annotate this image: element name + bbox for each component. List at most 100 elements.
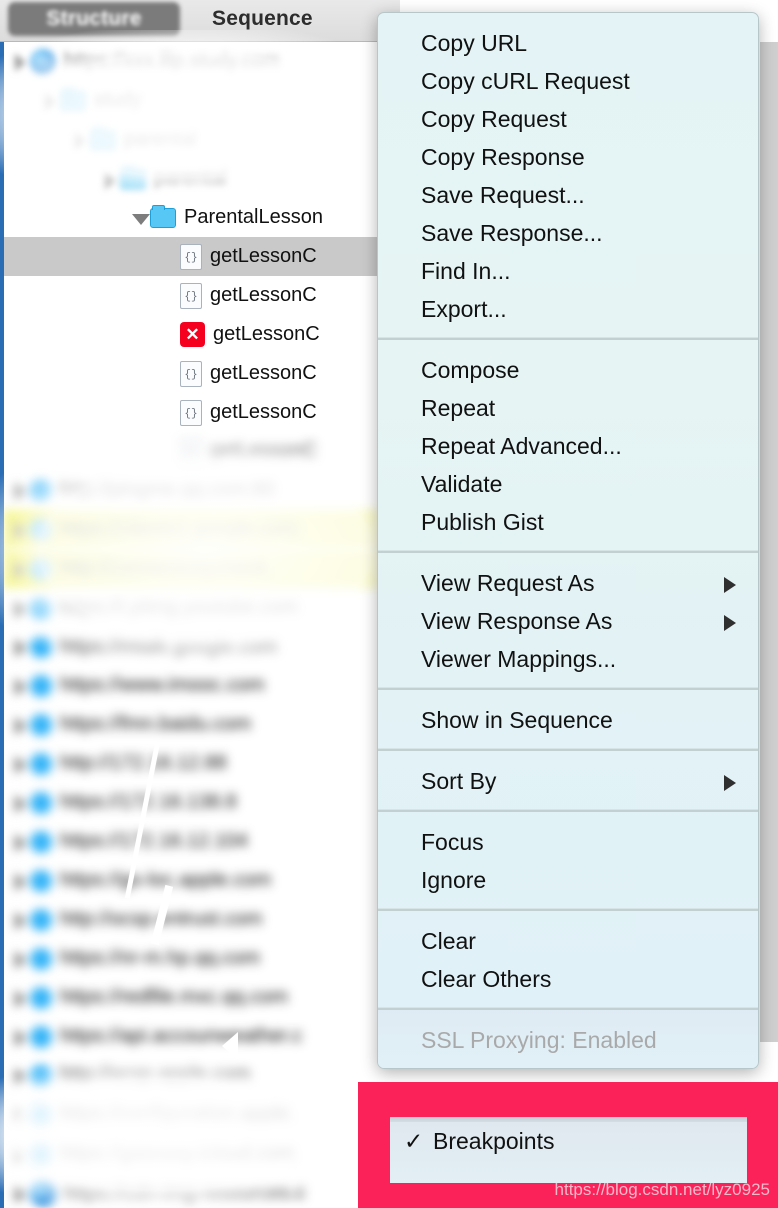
chevron-right-icon[interactable]: [10, 637, 30, 657]
tree-row[interactable]: http://connectivitycheck.: [4, 549, 378, 588]
tree-row[interactable]: https://172.16.12.104: [4, 822, 378, 861]
menu-item-publish-gist[interactable]: Publish Gist: [378, 503, 758, 541]
tree-row[interactable]: https://i.ytimg.youtube.com: [4, 588, 378, 627]
folder-icon: [90, 126, 116, 150]
menu-item-label: Focus: [421, 829, 484, 855]
chevron-right-icon[interactable]: [10, 910, 30, 930]
tree-row[interactable]: ParentalLesson: [4, 198, 378, 237]
chevron-right-icon[interactable]: [10, 598, 30, 618]
menu-item-repeat-advanced[interactable]: Repeat Advanced...: [378, 427, 758, 465]
menu-group-pad: [378, 541, 758, 550]
tree-row[interactable]: http://ocsp.apple.com: [4, 1056, 378, 1095]
menu-item-breakpoints[interactable]: ✓ Breakpoints: [390, 1122, 747, 1160]
menu-item-focus[interactable]: Focus: [378, 823, 758, 861]
chevron-right-icon[interactable]: [10, 1027, 30, 1047]
chevron-right-icon[interactable]: [10, 520, 30, 540]
tree-row[interactable]: http://pingme.qq.com:80: [4, 471, 378, 510]
chevron-right-icon[interactable]: [10, 559, 30, 579]
tree-row[interactable]: https://172.16.138.8: [4, 783, 378, 822]
chevron-right-icon[interactable]: [10, 1144, 30, 1164]
menu-item-viewer-mappings[interactable]: Viewer Mappings...: [378, 640, 758, 678]
tree-row[interactable]: https://nr-m.hp.qq.com: [4, 939, 378, 978]
menu-item-copy-request[interactable]: Copy Request: [378, 100, 758, 138]
dot-icon: [30, 1025, 52, 1048]
menu-item-copy-url[interactable]: Copy URL: [378, 24, 758, 62]
tree-row[interactable]: {} getLessonC: [4, 276, 378, 315]
chevron-right-icon[interactable]: [40, 91, 60, 111]
tree-row[interactable]: https://gs-loc.apple.com: [4, 861, 378, 900]
tree-row[interactable]: https://clients1.google.com: [4, 510, 378, 549]
tree-row-label: https://clients1.google.com: [60, 518, 297, 540]
chevron-right-icon[interactable]: [10, 832, 30, 852]
tree-row[interactable]: http://172.16.12.88: [4, 744, 378, 783]
chevron-right-icon[interactable]: [10, 988, 30, 1008]
tree-row[interactable]: {} getLessonC: [4, 393, 378, 432]
tree-row-label: https://cdn-img-resources.c: [64, 1181, 306, 1203]
tree-row[interactable]: {} getLessonC: [4, 354, 378, 393]
chevron-right-icon[interactable]: [10, 1105, 30, 1125]
tree-row[interactable]: parental: [4, 120, 378, 159]
request-context-menu[interactable]: Copy URL Copy cURL Request Copy Request Cop…: [377, 12, 759, 1069]
menu-item-clear-others[interactable]: Clear Others: [378, 960, 758, 998]
tree-row[interactable]: https://redfile.mxc.qq.com: [4, 978, 378, 1017]
menu-item-copy-curl-request[interactable]: Copy cURL Request: [378, 62, 758, 100]
breakpoints-menu-region[interactable]: ✓ Breakpoints: [390, 1117, 747, 1183]
tab-sequence[interactable]: Sequence: [198, 2, 327, 36]
tree-row[interactable]: https://api.accounweather.c: [4, 1017, 378, 1056]
tree-row[interactable]: ✕ getLessonC: [4, 315, 378, 354]
chevron-right-icon[interactable]: [10, 52, 30, 72]
chevron-right-icon[interactable]: [10, 1066, 30, 1086]
tree-row[interactable]: https://configuration.apple.: [4, 1095, 378, 1134]
chevron-right-icon[interactable]: [10, 715, 30, 735]
menu-item-ignore[interactable]: Ignore: [378, 861, 758, 899]
tab-structure[interactable]: Structure: [8, 2, 180, 36]
menu-item-validate[interactable]: Validate: [378, 465, 758, 503]
chevron-right-icon[interactable]: [10, 481, 30, 501]
tree-row[interactable]: https://cdn-img-resources.c: [4, 1173, 378, 1208]
menu-group-pad: [378, 751, 758, 762]
menu-item-label: Find In...: [421, 258, 511, 284]
tree-row[interactable]: https://www.imooc.com: [4, 666, 378, 705]
menu-item-export[interactable]: Export...: [378, 290, 758, 328]
dot-icon: [30, 947, 52, 970]
tree-row[interactable]: https://fmn.baidu.com: [4, 705, 378, 744]
menu-item-find-in[interactable]: Find In...: [378, 252, 758, 290]
chevron-right-icon[interactable]: [10, 793, 30, 813]
tree-row[interactable]: {} getLessonC: [4, 432, 378, 471]
chevron-right-icon[interactable]: [10, 949, 30, 969]
menu-item-sort-by[interactable]: Sort By: [378, 762, 758, 800]
chevron-right-icon[interactable]: [10, 1183, 30, 1203]
menu-item-label: Repeat Advanced...: [421, 433, 622, 459]
menu-item-repeat[interactable]: Repeat: [378, 389, 758, 427]
menu-item-copy-response[interactable]: Copy Response: [378, 138, 758, 176]
tree-row[interactable]: {} getLessonC: [4, 237, 378, 276]
tree-row[interactable]: parental: [4, 159, 378, 198]
chevron-right-icon[interactable]: [70, 130, 90, 150]
chevron-right-icon[interactable]: [10, 871, 30, 891]
chevron-right-icon[interactable]: [10, 676, 30, 696]
menu-item-show-in-sequence[interactable]: Show in Sequence: [378, 701, 758, 739]
menu-item-save-request[interactable]: Save Request...: [378, 176, 758, 214]
menu-item-label: View Request As: [421, 570, 595, 596]
chevron-down-icon[interactable]: [130, 208, 150, 228]
tree-row-label: https://api.accounweather.c: [60, 1025, 303, 1047]
tree-row[interactable]: https://xxx.lllp.study.com: [4, 42, 378, 81]
tree-row[interactable]: https://gateway.icloud.com: [4, 1134, 378, 1173]
tree-row[interactable]: http://ocsp.entrust.com: [4, 900, 378, 939]
tree-row-label: http://ocsp.apple.com: [60, 1064, 251, 1086]
menu-group-pad: [378, 328, 758, 337]
menu-item-save-response[interactable]: Save Response...: [378, 214, 758, 252]
chevron-right-icon[interactable]: [100, 169, 120, 189]
menu-group: Copy URL Copy cURL Request Copy Request Cop…: [378, 13, 758, 337]
menu-item-view-response-as[interactable]: View Response As: [378, 602, 758, 640]
tree-row-label: getLessonC: [210, 362, 317, 384]
menu-item-label: Copy cURL Request: [421, 68, 630, 94]
chevron-right-icon[interactable]: [10, 754, 30, 774]
structure-tree-panel[interactable]: https://xxx.lllp.study.com study parental p…: [0, 42, 378, 1208]
tree-row[interactable]: study: [4, 81, 378, 120]
dot-icon: [30, 1103, 52, 1126]
tree-row[interactable]: https://mtalk.google.com: [4, 627, 378, 666]
menu-item-compose[interactable]: Compose: [378, 351, 758, 389]
menu-item-clear[interactable]: Clear: [378, 922, 758, 960]
menu-item-view-request-as[interactable]: View Request As: [378, 564, 758, 602]
